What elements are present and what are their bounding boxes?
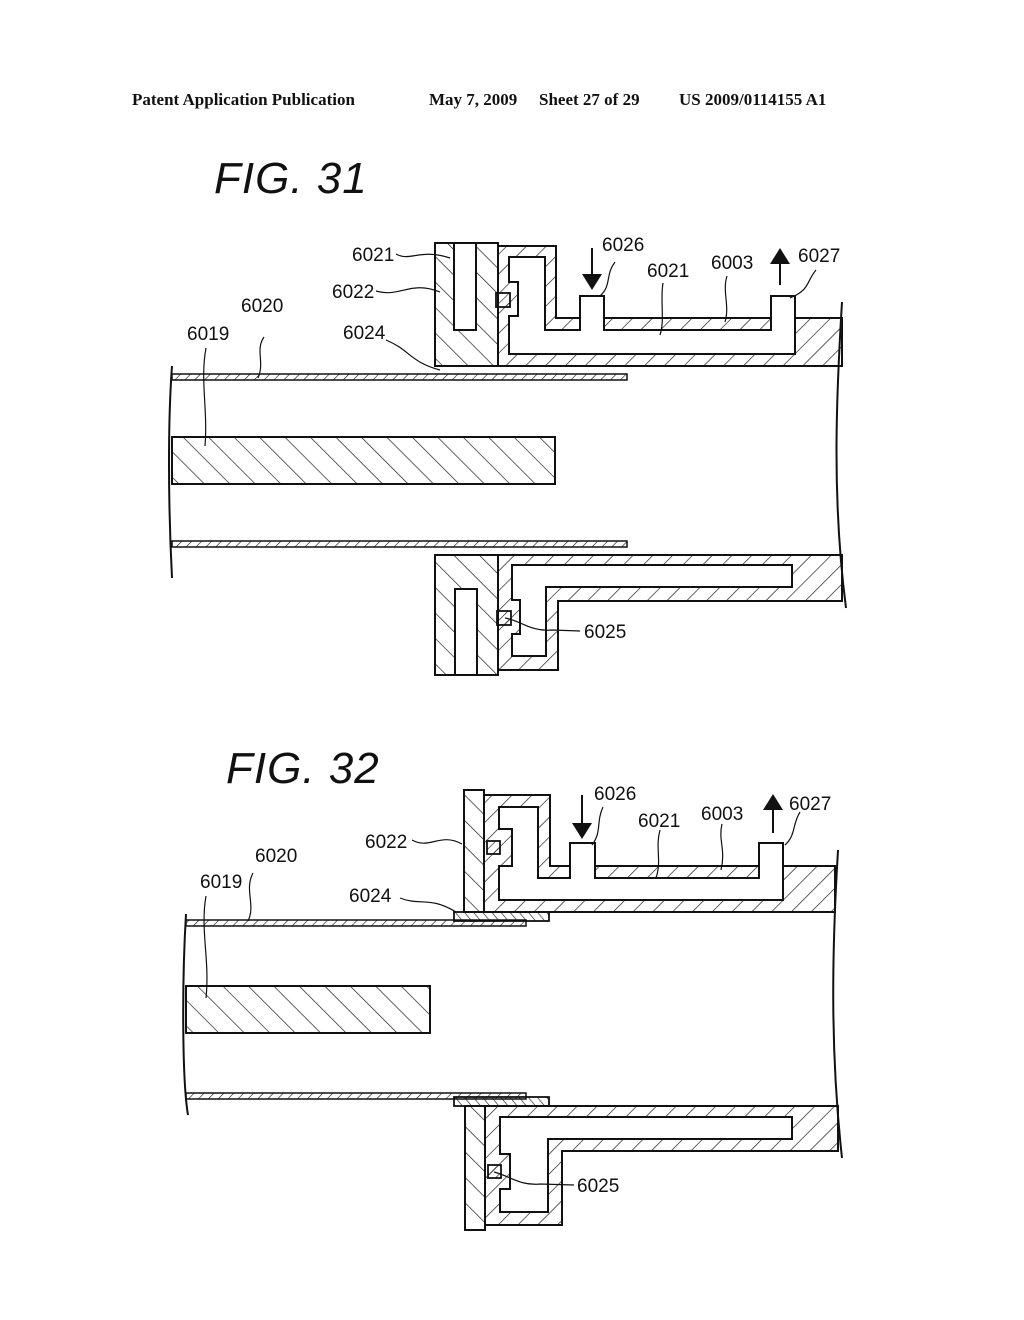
fig31-label-6026: 6026	[602, 235, 644, 256]
fig32-flange-lower	[464, 1105, 486, 1231]
fig32-label-6025: 6025	[577, 1176, 619, 1197]
fig32-label-6024: 6024	[349, 886, 392, 907]
fig31-label-6021b: 6021	[647, 261, 689, 282]
fig32-sleeve-bottom	[453, 1096, 550, 1107]
fig31-oring-lower	[496, 610, 512, 626]
fig32-label-6020: 6020	[255, 846, 297, 867]
fig32-channel-lower	[499, 1116, 793, 1213]
fig32-label-6027: 6027	[789, 794, 831, 815]
fig31-slot-upper	[453, 242, 477, 331]
fig32-label-6003: 6003	[701, 804, 743, 825]
drawing-canvas: 6021 6022 6020 6019 6024 6026 6021 6003 …	[168, 235, 847, 1231]
fig31-label-6022: 6022	[332, 282, 374, 303]
fig31-rod	[171, 436, 556, 485]
fig32-label-6019: 6019	[200, 872, 242, 893]
fig31-label-6019: 6019	[187, 324, 229, 345]
fig32-label-6021: 6021	[638, 811, 680, 832]
fig32-sleeve-top	[453, 911, 550, 922]
fig32-rod	[185, 985, 431, 1034]
fig31-oring-upper	[495, 292, 511, 308]
fig31-label-6003: 6003	[711, 253, 753, 274]
fig32-oring-lower	[487, 1164, 502, 1179]
fig32-drawing: 6022 6020 6019 6024 6026 6021 6003 6027 …	[182, 784, 843, 1231]
fig32-oring-upper	[486, 840, 501, 855]
fig31-tube-top	[171, 373, 628, 381]
fig32-label-6022: 6022	[365, 832, 407, 853]
fig32-label-6026: 6026	[594, 784, 636, 805]
fig32-flange-upper	[463, 789, 485, 913]
fig31-label-6025: 6025	[584, 622, 626, 643]
fig31-label-6021a: 6021	[352, 245, 394, 266]
fig31-label-6024: 6024	[343, 323, 386, 344]
fig31-drawing: 6021 6022 6020 6019 6024 6026 6021 6003 …	[168, 235, 847, 676]
fig31-slot-lower	[454, 588, 478, 676]
fig31-tube-bottom	[171, 540, 628, 548]
fig31-label-6027: 6027	[798, 246, 840, 267]
fig31-label-6020: 6020	[241, 296, 283, 317]
